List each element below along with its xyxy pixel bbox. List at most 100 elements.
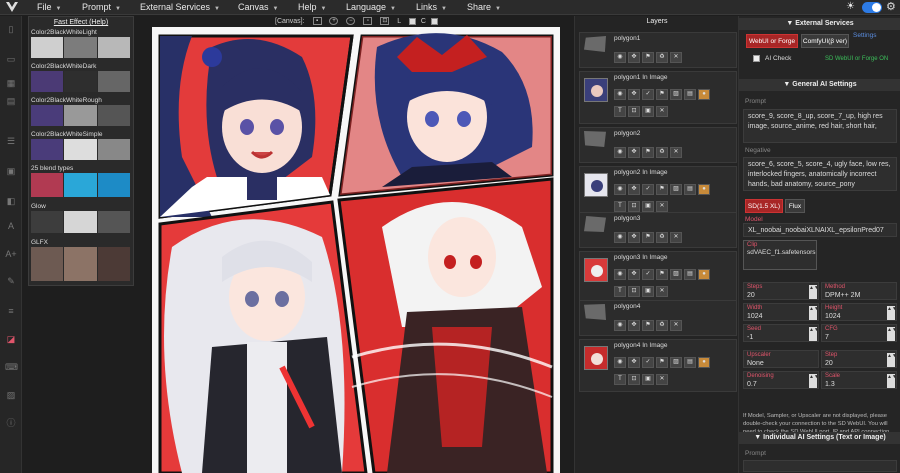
stepper-icon[interactable]: ▲▼	[887, 374, 895, 388]
text-icon[interactable]: T	[614, 286, 626, 297]
file-icon[interactable]: ▤	[684, 269, 696, 280]
phone-icon[interactable]: ▯	[5, 24, 17, 34]
lock-checkbox[interactable]	[409, 18, 416, 25]
close-icon[interactable]: ✕	[656, 106, 668, 117]
menu-share[interactable]: Share▼	[467, 2, 501, 12]
model-select[interactable]: XL_noobai_noobaiXLNAIXL_epsilonPred07	[743, 223, 897, 237]
close-icon[interactable]: ✕	[670, 320, 682, 331]
canvas-page[interactable]	[152, 27, 560, 473]
image-icon[interactable]: ▨	[670, 357, 682, 368]
close-icon[interactable]: ✕	[656, 201, 668, 212]
fit-icon[interactable]: ▫	[363, 17, 372, 25]
upscaler-field[interactable]: UpscalerNone	[743, 350, 819, 368]
eye-icon[interactable]: ◉	[614, 269, 626, 280]
zoom-in-icon[interactable]: +	[329, 17, 338, 25]
comment-icon[interactable]: ▣	[5, 166, 17, 176]
recycle-icon[interactable]: ♻	[656, 232, 668, 243]
effect-item[interactable]: Color2BlackWhiteRough	[31, 97, 131, 104]
recycle-icon[interactable]: ♻	[656, 147, 668, 158]
menu-file[interactable]: File▼	[37, 2, 61, 12]
info-icon[interactable]: ⓘ	[5, 418, 17, 428]
layer-item[interactable]: polygon3 ◉✥⚑♻✕	[579, 212, 737, 248]
check-icon[interactable]: ✓	[642, 269, 654, 280]
run-icon[interactable]: ⚑	[642, 147, 654, 158]
brush-icon[interactable]: ✎	[5, 276, 17, 286]
method-field[interactable]: MethodDPM++ 2M	[821, 282, 897, 300]
picture-icon[interactable]: ▣	[642, 201, 654, 212]
menu-help[interactable]: Help▼	[298, 2, 326, 12]
menu-language[interactable]: Language▼	[346, 2, 396, 12]
webui-forge-button[interactable]: WebUI or Forge	[746, 34, 798, 48]
picture-icon[interactable]: ▣	[642, 374, 654, 385]
prompt-textarea[interactable]: score_9, score_8_up, score_7_up, high re…	[743, 109, 897, 143]
close-icon[interactable]: ✕	[670, 52, 682, 63]
canvas-checkbox[interactable]	[431, 18, 438, 25]
stepper-icon[interactable]: ▲▼	[887, 327, 895, 341]
effect-item[interactable]: Color2BlackWhiteLight	[31, 29, 131, 36]
individual-ai-settings-header[interactable]: ▼ Individual AI Settings (Text or Image)	[739, 432, 900, 444]
effect-item[interactable]: GLFX	[31, 239, 131, 246]
steps-field[interactable]: Steps20▲▼	[743, 282, 819, 300]
close-icon[interactable]: ✕	[656, 286, 668, 297]
move-icon[interactable]: ✥	[628, 52, 640, 63]
image-icon[interactable]: ▨	[670, 269, 682, 280]
negative-prompt-textarea[interactable]: score_6, score_5, score_4, ugly face, lo…	[743, 157, 897, 191]
palette-icon[interactable]: ●	[698, 357, 710, 368]
list-icon[interactable]: ☰	[5, 136, 17, 146]
tablet-icon[interactable]: ▭	[5, 54, 17, 64]
image-icon[interactable]: ▨	[5, 390, 17, 400]
clip-select[interactable]: Clip sdVAEC_f1.safetensors	[743, 240, 817, 270]
effect-item[interactable]: Color2BlackWhiteSimple	[31, 131, 131, 138]
general-ai-settings-header[interactable]: ▼ General AI Settings	[739, 79, 900, 91]
run-icon[interactable]: ⚑	[642, 52, 654, 63]
crop-icon[interactable]: ⊡	[628, 374, 640, 385]
image-icon[interactable]: ▨	[670, 89, 682, 100]
text-icon[interactable]: A	[5, 221, 17, 231]
settings-link[interactable]: Settings	[853, 32, 877, 39]
text-icon[interactable]: T	[614, 374, 626, 385]
file-icon[interactable]: ▤	[684, 89, 696, 100]
menu-links[interactable]: Links▼	[416, 2, 447, 12]
run-icon[interactable]: ⚑	[656, 269, 668, 280]
picture-icon[interactable]: ▣	[642, 106, 654, 117]
effect-item[interactable]: Color2BlackWhiteDark	[31, 63, 131, 70]
layout-icon[interactable]: ▤	[5, 96, 17, 106]
stepper-icon[interactable]: ▲▼	[809, 327, 817, 341]
denoising-field[interactable]: Denoising0.7▲▼	[743, 371, 819, 389]
layer-item[interactable]: polygon3 In Image ◉✥✓⚑▨▤● T⊡▣✕	[579, 251, 737, 304]
move-icon[interactable]: ✥	[628, 269, 640, 280]
menu-external-services[interactable]: External Services▼	[140, 2, 220, 12]
file-icon[interactable]: ▤	[684, 357, 696, 368]
close-icon[interactable]: ✕	[656, 374, 668, 385]
run-icon[interactable]: ⚑	[656, 184, 668, 195]
move-icon[interactable]: ✥	[628, 147, 640, 158]
check-icon[interactable]: ✓	[642, 357, 654, 368]
menu-prompt[interactable]: Prompt▼	[82, 2, 121, 12]
run-icon[interactable]: ⚑	[642, 320, 654, 331]
move-icon[interactable]: ✥	[628, 320, 640, 331]
width-field[interactable]: Width1024▲▼	[743, 303, 819, 321]
sd-mode-button[interactable]: SD(1.5 XL)	[745, 199, 783, 213]
lines-icon[interactable]: ≡	[5, 306, 17, 316]
grid-icon[interactable]: ▦	[5, 78, 17, 88]
layer-item[interactable]: polygon4 In Image ◉✥✓⚑▨▤● T⊡▣✕	[579, 339, 737, 392]
layer-item[interactable]: polygon2 ◉✥⚑♻✕	[579, 127, 737, 163]
palette-icon[interactable]: ●	[698, 89, 710, 100]
eye-icon[interactable]: ◉	[614, 89, 626, 100]
picture-icon[interactable]: ▣	[642, 286, 654, 297]
ai-icon[interactable]: ◪	[5, 334, 17, 344]
crop-icon[interactable]: ⊡	[628, 286, 640, 297]
font-size-icon[interactable]: A+	[5, 249, 17, 259]
keyboard-icon[interactable]: ⌨	[5, 362, 17, 372]
palette-icon[interactable]: ●	[698, 269, 710, 280]
run-icon[interactable]: ⚑	[656, 89, 668, 100]
move-icon[interactable]: ✥	[628, 357, 640, 368]
text-icon[interactable]: T	[614, 201, 626, 212]
palette-icon[interactable]: ●	[698, 184, 710, 195]
stepper-icon[interactable]: ▲▼	[809, 306, 817, 320]
text-icon[interactable]: T	[614, 106, 626, 117]
stepper-icon[interactable]: ▲▼	[809, 285, 817, 299]
menu-canvas[interactable]: Canvas▼	[238, 2, 278, 12]
move-icon[interactable]: ✥	[628, 89, 640, 100]
crop-icon[interactable]: ⊡	[628, 106, 640, 117]
